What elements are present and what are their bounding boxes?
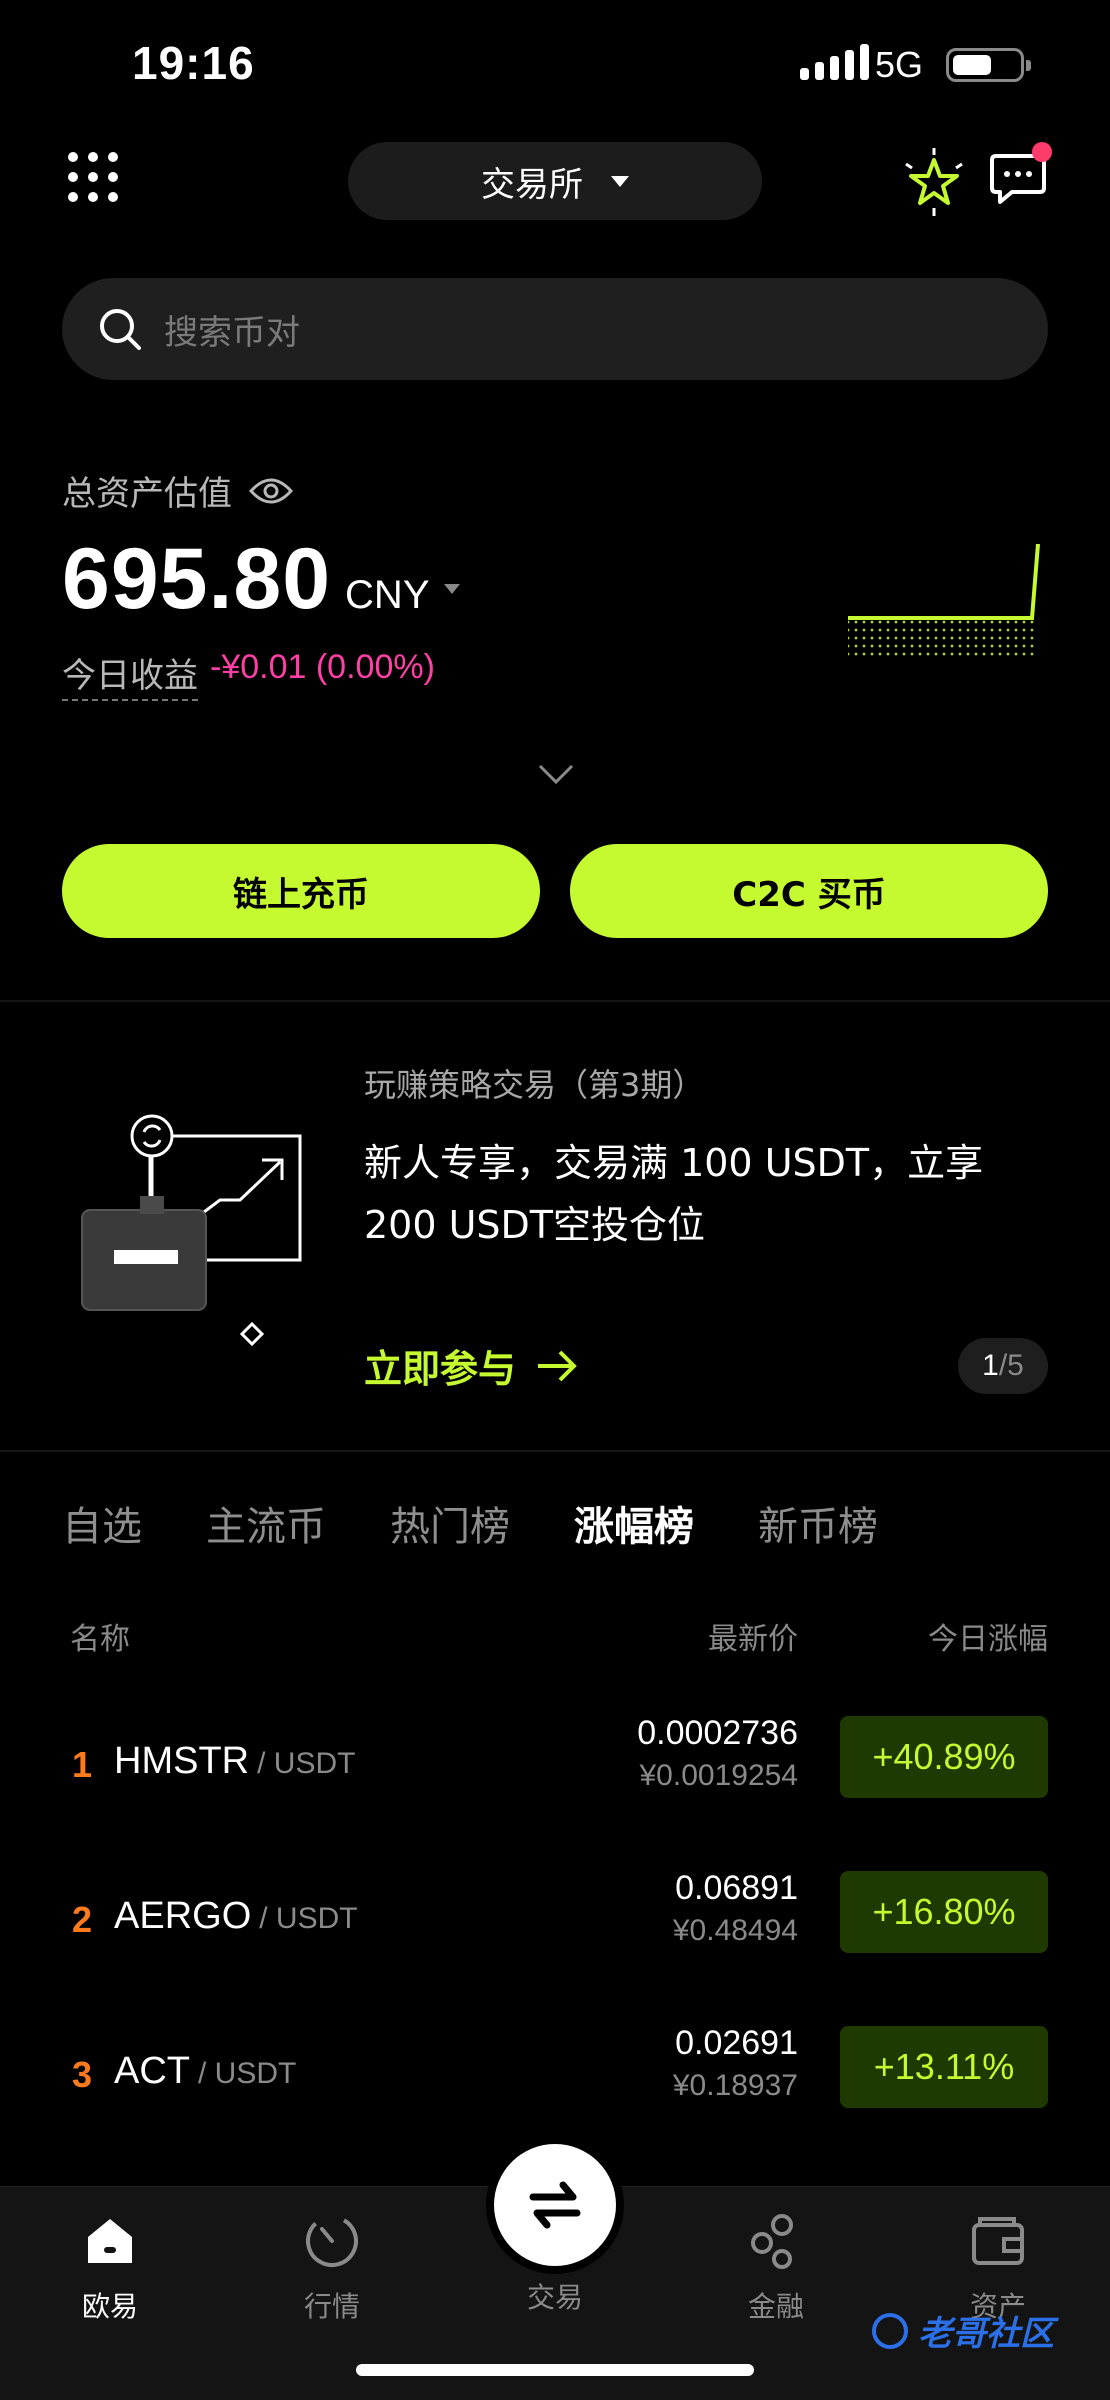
wallet-icon: [972, 2217, 1024, 2265]
signal-icon: [800, 44, 869, 80]
currency-selector[interactable]: CNY: [345, 573, 429, 618]
table-row[interactable]: 2 AERGO / USDT 0.06891 ¥0.48494 +16.80%: [0, 1855, 1110, 2010]
divider: [0, 1450, 1110, 1452]
tab-new-listings[interactable]: 新币榜: [758, 1494, 878, 1552]
pager-current: 1: [982, 1349, 999, 1382]
change-badge: +13.11%: [840, 2026, 1048, 2108]
trade-button[interactable]: [494, 2144, 616, 2266]
search-icon: [100, 309, 141, 350]
table-row[interactable]: 1 HMSTR / USDT 0.0002736 ¥0.0019254 +40.…: [0, 1700, 1110, 1855]
change-badge: +16.80%: [840, 1871, 1048, 1953]
quote-symbol: / USDT: [259, 1902, 358, 1935]
exchange-switcher[interactable]: 交易所: [348, 142, 762, 220]
banner-title[interactable]: 新人专享，交易满 100 USDT，立享 200 USDT空投仓位: [364, 1132, 1064, 1256]
trading-pair: ACT / USDT: [114, 2050, 296, 2093]
column-header-change[interactable]: 今日涨幅: [928, 1614, 1048, 1658]
chevron-down-icon[interactable]: [536, 762, 576, 786]
last-price: 0.02691 ¥0.18937: [673, 2024, 798, 2103]
total-assets-text: 总资产估值: [62, 474, 232, 514]
exchange-label: 交易所: [481, 164, 583, 205]
price-cny: ¥0.18937: [672, 2069, 798, 2102]
star-icon[interactable]: [898, 146, 970, 218]
total-assets-value: 695.80 CNY: [62, 530, 460, 629]
onchain-deposit-button[interactable]: 链上充币: [62, 844, 540, 938]
price-usdt: 0.02691: [675, 2024, 798, 2062]
notification-dot: [1032, 142, 1052, 162]
pager-total: /5: [998, 1349, 1024, 1382]
pnl-value: -¥0.01 (0.00%): [210, 648, 435, 686]
dragon-logo-icon: [872, 2312, 908, 2349]
swap-arrows-icon: [529, 2181, 581, 2229]
eye-icon[interactable]: [248, 475, 294, 507]
table-row[interactable]: 3 ACT / USDT 0.02691 ¥0.18937 +13.11%: [0, 2010, 1110, 2165]
last-price: 0.0002736 ¥0.0019254: [637, 1714, 798, 1793]
quote-symbol: / USDT: [198, 2057, 297, 2090]
nav-home-label: 欧易: [81, 2290, 138, 2323]
quote-symbol: / USDT: [257, 1747, 356, 1780]
nav-finance-label: 金融: [747, 2290, 804, 2323]
c2c-buy-button[interactable]: C2C 买币: [570, 844, 1048, 938]
arrow-right-icon: [538, 1350, 577, 1381]
total-assets-label: 总资产估值: [62, 466, 294, 515]
watermark-logo: 老哥社区: [870, 2306, 1054, 2355]
network-label: 5G: [875, 44, 924, 85]
home-icon: [88, 2219, 132, 2263]
column-header-price[interactable]: 最新价: [708, 1614, 798, 1658]
status-time: 19:16: [132, 37, 255, 89]
base-symbol: ACT: [114, 2050, 190, 2092]
price-cny: ¥0.0019254: [639, 1759, 799, 1792]
rank: 2: [72, 1899, 93, 1940]
strategy-banner-illustration: [81, 1114, 302, 1347]
watermark-text: 老哥社区: [918, 2314, 1054, 2354]
nav-finance[interactable]: 金融: [706, 2211, 846, 2325]
trading-pair: AERGO / USDT: [114, 1895, 358, 1938]
change-badge: +40.89%: [840, 1716, 1048, 1798]
price-usdt: 0.0002736: [637, 1714, 798, 1752]
caret-down-icon[interactable]: [443, 583, 460, 594]
assets-amount: 695.80: [62, 531, 332, 627]
join-now-link[interactable]: 立即参与: [364, 1338, 578, 1393]
finance-icon: [751, 2214, 793, 2269]
tab-watchlist[interactable]: 自选: [62, 1494, 142, 1552]
caret-down-icon: [611, 175, 629, 187]
column-header-name[interactable]: 名称: [70, 1614, 130, 1658]
price-cny: ¥0.48494: [672, 1914, 798, 1947]
nav-market-label: 行情: [303, 2290, 360, 2323]
assets-sparkline: [848, 543, 1040, 658]
trading-pair: HMSTR / USDT: [114, 1740, 355, 1783]
base-symbol: HMSTR: [114, 1740, 250, 1782]
price-usdt: 0.06891: [675, 1869, 798, 1907]
search-placeholder: 搜索币对: [164, 312, 300, 353]
rank: 3: [72, 2054, 93, 2095]
market-tabs: 自选 主流币 热门榜 涨幅榜 新币榜: [62, 1494, 878, 1552]
cta-label: 立即参与: [364, 1347, 517, 1391]
market-gauge-icon: [306, 2215, 358, 2267]
nav-market[interactable]: 行情: [262, 2211, 402, 2325]
nav-home[interactable]: 欧易: [40, 2211, 180, 2325]
base-symbol: AERGO: [114, 1895, 252, 1937]
search-input[interactable]: 搜索币对: [62, 278, 1048, 380]
last-price: 0.06891 ¥0.48494: [673, 1869, 798, 1948]
divider: [0, 1000, 1110, 1002]
pnl-label[interactable]: 今日收益: [62, 648, 198, 701]
banner-subtitle: 玩赚策略交易（第3期）: [364, 1066, 705, 1104]
nav-trade-label: 交易: [526, 2281, 583, 2314]
menu-grid-icon[interactable]: [68, 152, 118, 202]
today-pnl: 今日收益 -¥0.01 (0.00%): [62, 648, 435, 701]
tab-mainstream[interactable]: 主流币: [206, 1494, 326, 1552]
home-indicator: [356, 2364, 754, 2376]
tab-gainers[interactable]: 涨幅榜: [574, 1494, 694, 1552]
rank: 1: [72, 1744, 93, 1785]
battery-icon: [946, 48, 1031, 82]
tab-hot[interactable]: 热门榜: [390, 1494, 510, 1552]
banner-pager: 1/5: [958, 1338, 1048, 1394]
